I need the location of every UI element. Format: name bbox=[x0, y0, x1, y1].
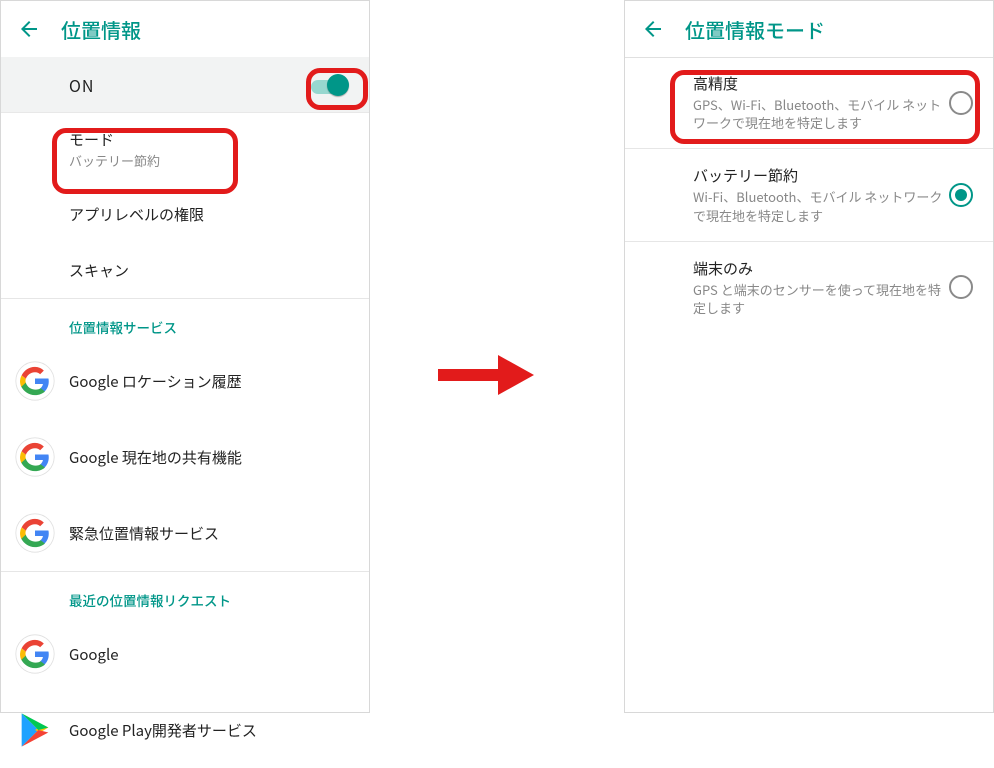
google-icon bbox=[15, 634, 55, 674]
radio-button[interactable] bbox=[949, 275, 973, 299]
mode-option-title: 高精度 bbox=[693, 73, 949, 94]
phone-location-mode: 位置情報モード 高精度GPS、Wi-Fi、Bluetooth、モバイル ネットワ… bbox=[624, 0, 994, 713]
toolbar: 位置情報 bbox=[1, 1, 369, 57]
mode-option[interactable]: 端末のみGPS と端末のセンサーを使って現在地を特定します bbox=[625, 242, 993, 333]
toolbar: 位置情報モード bbox=[625, 1, 993, 57]
item-scan-title: スキャン bbox=[69, 260, 349, 281]
radio-button[interactable] bbox=[949, 91, 973, 115]
item-mode-title: モード bbox=[69, 129, 349, 150]
recent-item[interactable]: Google bbox=[1, 616, 369, 692]
recent-item[interactable]: Google Play開発者サービス bbox=[1, 692, 369, 768]
mode-option-desc: Wi-Fi、Bluetooth、モバイル ネットワークで現在地を特定します bbox=[693, 188, 949, 224]
back-button[interactable] bbox=[9, 9, 49, 49]
arrow-right-icon bbox=[438, 355, 534, 395]
service-icon bbox=[13, 435, 57, 479]
play-services-icon bbox=[15, 710, 55, 750]
section-recent-requests: 最近の位置情報リクエスト bbox=[1, 572, 369, 616]
service-label: Google ロケーション履歴 bbox=[69, 371, 349, 392]
recent-icon bbox=[13, 632, 57, 676]
item-mode[interactable]: モード バッテリー節約 bbox=[1, 113, 369, 186]
service-label: Google 現在地の共有機能 bbox=[69, 447, 349, 468]
google-icon bbox=[15, 437, 55, 477]
mode-option-desc: GPS と端末のセンサーを使って現在地を特定します bbox=[693, 281, 949, 317]
section-location-services: 位置情報サービス bbox=[1, 299, 369, 343]
mode-option[interactable]: 高精度GPS、Wi-Fi、Bluetooth、モバイル ネットワークで現在地を特… bbox=[625, 57, 993, 148]
toggle-label: ON bbox=[69, 73, 309, 97]
mode-option[interactable]: バッテリー節約Wi-Fi、Bluetooth、モバイル ネットワークで現在地を特… bbox=[625, 149, 993, 240]
google-icon bbox=[15, 513, 55, 553]
item-app-permissions[interactable]: アプリレベルの権限 bbox=[1, 186, 369, 242]
mode-option-title: バッテリー節約 bbox=[693, 165, 949, 186]
recent-icon bbox=[13, 708, 57, 752]
page-title: 位置情報 bbox=[61, 15, 141, 44]
service-label: 緊急位置情報サービス bbox=[69, 523, 349, 544]
arrow-back-icon bbox=[17, 17, 41, 41]
mode-option-desc: GPS、Wi-Fi、Bluetooth、モバイル ネットワークで現在地を特定しま… bbox=[693, 96, 949, 132]
radio-button[interactable] bbox=[949, 183, 973, 207]
mode-option-title: 端末のみ bbox=[693, 258, 949, 279]
recent-label: Google bbox=[69, 644, 349, 665]
page-title: 位置情報モード bbox=[685, 15, 825, 44]
item-mode-subtitle: バッテリー節約 bbox=[69, 152, 349, 170]
google-icon bbox=[15, 361, 55, 401]
service-item[interactable]: 緊急位置情報サービス bbox=[1, 495, 369, 571]
service-icon bbox=[13, 359, 57, 403]
service-icon bbox=[13, 511, 57, 555]
switch-thumb bbox=[327, 74, 349, 96]
back-button[interactable] bbox=[633, 9, 673, 49]
phone-location-settings: 位置情報 ON モード バッテリー節約 アプリレベルの権限 スキャン 位置情報サ… bbox=[0, 0, 370, 713]
item-scan[interactable]: スキャン bbox=[1, 242, 369, 298]
service-item[interactable]: Google 現在地の共有機能 bbox=[1, 419, 369, 495]
toggle-switch[interactable] bbox=[309, 74, 349, 96]
recent-label: Google Play開発者サービス bbox=[69, 720, 349, 741]
service-item[interactable]: Google ロケーション履歴 bbox=[1, 343, 369, 419]
arrow-back-icon bbox=[641, 17, 665, 41]
item-app-permissions-title: アプリレベルの権限 bbox=[69, 204, 349, 225]
location-master-toggle-row[interactable]: ON bbox=[1, 57, 369, 113]
